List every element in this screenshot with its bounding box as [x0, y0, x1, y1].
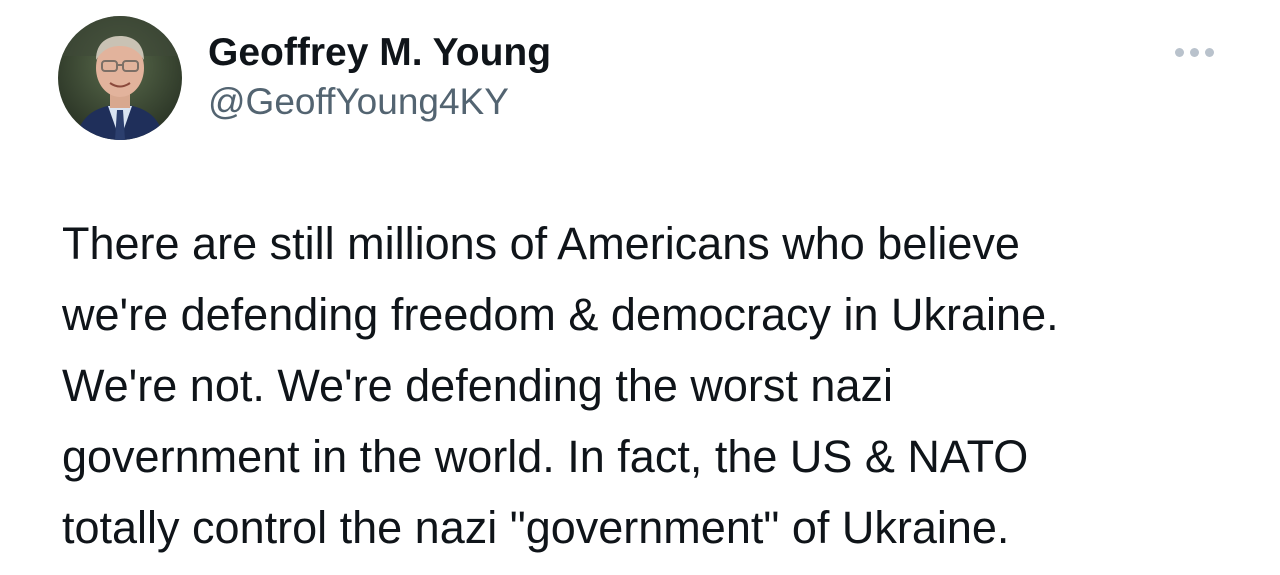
tweet-card: Geoffrey M. Young @GeoffYoung4KY There a…	[0, 0, 1280, 575]
avatar[interactable]	[58, 16, 182, 140]
author-display-name[interactable]: Geoffrey M. Young	[208, 30, 551, 76]
more-horizontal-icon	[1189, 47, 1199, 57]
avatar-photo	[58, 16, 182, 140]
more-horizontal-icon	[1204, 47, 1214, 57]
tweet-text: There are still millions of Americans wh…	[62, 208, 1252, 563]
tweet-text-line: we're defending freedom & democracy in U…	[62, 289, 1059, 340]
tweet-text-line: government in the world. In fact, the US…	[62, 431, 1029, 482]
tweet-text-line: There are still millions of Americans wh…	[62, 218, 1020, 269]
tweet-text-line: totally control the nazi "government" of…	[62, 502, 1010, 553]
author-handle[interactable]: @GeoffYoung4KY	[208, 80, 509, 124]
more-horizontal-icon	[1174, 47, 1184, 57]
tweet-text-line: We're not. We're defending the worst naz…	[62, 360, 893, 411]
more-options-button[interactable]	[1166, 38, 1222, 66]
